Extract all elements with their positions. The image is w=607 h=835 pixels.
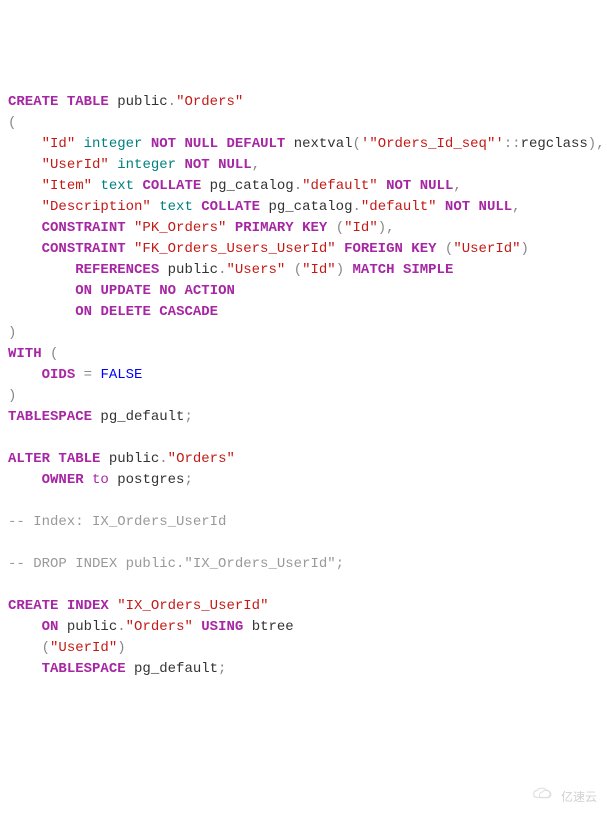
line-27: ("UserId") <box>8 640 126 656</box>
line-12: ) <box>8 325 16 341</box>
line-26: ON public."Orders" USING btree <box>8 619 294 635</box>
line-21: -- Index: IX_Orders_UserId <box>8 514 226 530</box>
line-6: "Description" text COLLATE pg_catalog."d… <box>8 199 521 215</box>
line-25: CREATE INDEX "IX_Orders_UserId" <box>8 598 268 614</box>
line-7: CONSTRAINT "PK_Orders" PRIMARY KEY ("Id"… <box>8 220 395 236</box>
line-18: ALTER TABLE public."Orders" <box>8 451 235 467</box>
line-11: ON DELETE CASCADE <box>8 304 218 320</box>
line-8: CONSTRAINT "FK_Orders_Users_UserId" FORE… <box>8 241 529 257</box>
line-13: WITH ( <box>8 346 58 362</box>
line-9: REFERENCES public."Users" ("Id") MATCH S… <box>8 262 453 278</box>
line-1: CREATE TABLE public."Orders" <box>8 94 243 110</box>
line-3: "Id" integer NOT NULL DEFAULT nextval('"… <box>8 136 605 152</box>
code-block: CREATE TABLE public."Orders" ( "Id" inte… <box>8 92 599 680</box>
line-4: "UserId" integer NOT NULL, <box>8 157 260 173</box>
line-16: TABLESPACE pg_default; <box>8 409 193 425</box>
line-19: OWNER to postgres; <box>8 472 193 488</box>
line-14: OIDS = FALSE <box>8 367 142 383</box>
line-28: TABLESPACE pg_default; <box>8 661 226 677</box>
line-2: ( <box>8 115 16 131</box>
watermark: 亿速云 <box>516 768 597 825</box>
line-23: -- DROP INDEX public."IX_Orders_UserId"; <box>8 556 344 572</box>
line-5: "Item" text COLLATE pg_catalog."default"… <box>8 178 462 194</box>
watermark-text: 亿速云 <box>561 788 597 806</box>
cloud-icon <box>516 768 557 825</box>
line-15: ) <box>8 388 16 404</box>
line-10: ON UPDATE NO ACTION <box>8 283 235 299</box>
